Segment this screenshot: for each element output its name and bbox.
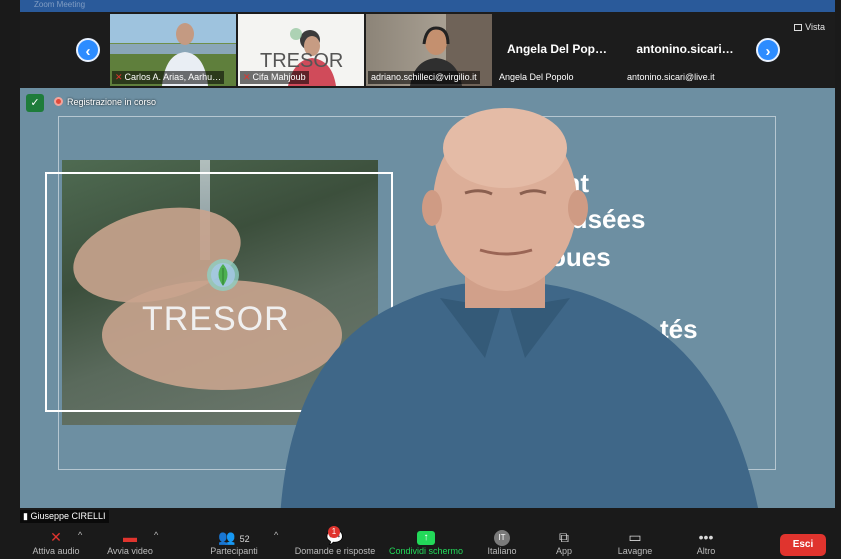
recording-indicator[interactable]: Registrazione in corso: [54, 96, 156, 108]
view-button[interactable]: Vista: [794, 22, 825, 32]
more-button[interactable]: ••• Altro: [688, 528, 724, 556]
whiteboards-button[interactable]: ▭ Lavagne: [612, 528, 658, 556]
meeting-toolbar: ✕ Attiva audio ^ ▬ Avvia video ^ 👥 52 Pa…: [20, 526, 835, 559]
window-title: Zoom Meeting: [34, 0, 86, 9]
apps-icon: ⧉: [559, 529, 569, 545]
participant-tile[interactable]: Angela Del Pop… Angela Del Popolo: [494, 14, 620, 86]
background-logo-text: TRESOR: [260, 50, 344, 72]
share-screen-button[interactable]: ↑ Condividi schermo: [384, 528, 468, 556]
whiteboard-icon: ▭: [628, 529, 642, 545]
main-video-stage: TRESOR ent x usées oues s tés e ✓ Regist…: [20, 88, 835, 508]
signal-bars-icon: ▮: [23, 511, 28, 521]
mic-muted-icon: ✕: [50, 529, 62, 545]
start-video-button[interactable]: ▬ Avvia video: [100, 528, 160, 556]
participant-name: adriano.schilleci@virgilio.it: [368, 71, 480, 84]
share-screen-icon: ↑: [417, 531, 435, 546]
view-grid-icon: [794, 24, 803, 31]
leaf-logo-icon: [207, 259, 239, 291]
apps-button[interactable]: ⧉ App: [546, 528, 582, 556]
security-shield-icon[interactable]: ✓: [26, 94, 44, 112]
participant-display-name: Angela Del Pop…: [506, 42, 607, 56]
participant-tile[interactable]: antonino.sicari… antonino.sicari@live.it: [622, 14, 748, 86]
participant-name: ✕ Carlos A. Arias, Aarhu…: [112, 71, 225, 84]
participant-tile[interactable]: adriano.schilleci@virgilio.it: [366, 14, 492, 86]
participant-name: ✕ Cifa Mahjoub: [240, 71, 309, 84]
speaker-video: [280, 108, 758, 508]
video-options-caret[interactable]: ^: [154, 530, 158, 540]
leave-button[interactable]: Esci: [780, 534, 826, 556]
unmute-button[interactable]: ✕ Attiva audio: [28, 528, 84, 556]
qa-badge: 1: [328, 526, 340, 538]
language-button[interactable]: IT Italiano: [478, 528, 526, 556]
active-speaker-label: ▮ Giuseppe CIRELLI: [20, 510, 109, 523]
audio-options-caret[interactable]: ^: [78, 530, 82, 540]
participant-tile[interactable]: ✕ Carlos A. Arias, Aarhu…: [110, 14, 236, 86]
participants-button[interactable]: 👥 52 Partecipanti: [206, 528, 262, 556]
participant-name: antonino.sicari@live.it: [627, 72, 715, 82]
language-globe-icon: IT: [494, 530, 510, 547]
window-title-bar: Zoom Meeting: [20, 0, 835, 12]
participant-name: Angela Del Popolo: [499, 72, 574, 82]
participant-tile[interactable]: TRESOR ✕ Cifa Mahjoub: [238, 14, 364, 86]
gallery-next-button[interactable]: ›: [756, 38, 780, 62]
participants-count: 52: [239, 534, 250, 544]
more-dots-icon: •••: [698, 529, 714, 545]
gallery-prev-button[interactable]: ‹: [76, 38, 100, 62]
recording-dot-icon: [54, 97, 63, 106]
mic-off-icon: ✕: [243, 72, 251, 82]
video-off-icon: ▬: [123, 529, 137, 545]
participants-icon: 👥: [218, 529, 236, 545]
zoom-meeting-window: Zoom Meeting ‹ ✕ Carlos A. Arias, Aarhu… …: [0, 0, 841, 559]
slide-logo-text: TRESOR: [142, 300, 290, 338]
mic-off-icon: ✕: [115, 72, 123, 82]
participant-gallery: ‹ ✕ Carlos A. Arias, Aarhu… TRESOR ✕ Cifa …: [20, 12, 835, 88]
participants-options-caret[interactable]: ^: [274, 530, 278, 540]
participant-display-name: antonino.sicari…: [636, 42, 734, 56]
qa-button[interactable]: 💬1 Domande e risposte: [288, 526, 382, 556]
